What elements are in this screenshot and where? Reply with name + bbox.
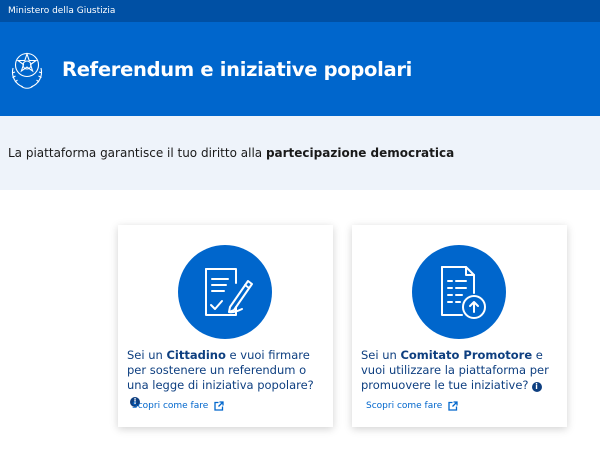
citizen-text-a: Sei un	[127, 348, 167, 362]
external-link-icon	[214, 401, 224, 411]
republic-emblem-icon	[11, 52, 43, 89]
page-header: Referendum e iniziative popolari	[0, 22, 600, 116]
promoter-card-text: Sei un Comitato Promotore e vuoi utilizz…	[361, 348, 555, 393]
promoter-link-label: Scopri come fare	[366, 401, 443, 411]
citizen-card-text: Sei un Cittadino e vuoi firmare per sost…	[127, 348, 321, 408]
intro-text: La piattaforma garantisce il tuo diritto…	[8, 146, 454, 160]
citizen-learn-more-link[interactable]: Scopri come fare	[132, 401, 224, 411]
document-upload-icon	[441, 266, 486, 319]
promoter-circle	[412, 245, 506, 339]
intro-prefix: La piattaforma garantisce il tuo diritto…	[8, 146, 266, 160]
external-link-icon	[448, 401, 458, 411]
promoter-text-a: Sei un	[361, 348, 401, 362]
promoter-card[interactable]: Sei un Comitato Promotore e vuoi utilizz…	[352, 225, 567, 427]
cards-section: Sei un Cittadino e vuoi firmare per sost…	[0, 190, 600, 450]
promoter-learn-more-link[interactable]: Scopri come fare	[366, 401, 458, 411]
citizen-card[interactable]: Sei un Cittadino e vuoi firmare per sost…	[118, 225, 333, 427]
citizen-circle	[178, 245, 272, 339]
promoter-text-bold: Comitato Promotore	[400, 348, 533, 362]
intro-bold: partecipazione democratica	[265, 146, 455, 160]
top-bar: Ministero della Giustizia	[0, 0, 600, 22]
document-sign-icon	[205, 268, 253, 316]
ministry-name[interactable]: Ministero della Giustizia	[8, 6, 115, 16]
citizen-link-label: Scopri come fare	[132, 401, 209, 411]
page-title: Referendum e iniziative popolari	[62, 57, 413, 81]
intro-banner: La piattaforma garantisce il tuo diritto…	[0, 116, 600, 190]
info-icon[interactable]: i	[531, 382, 542, 392]
citizen-text-bold: Cittadino	[166, 348, 226, 362]
